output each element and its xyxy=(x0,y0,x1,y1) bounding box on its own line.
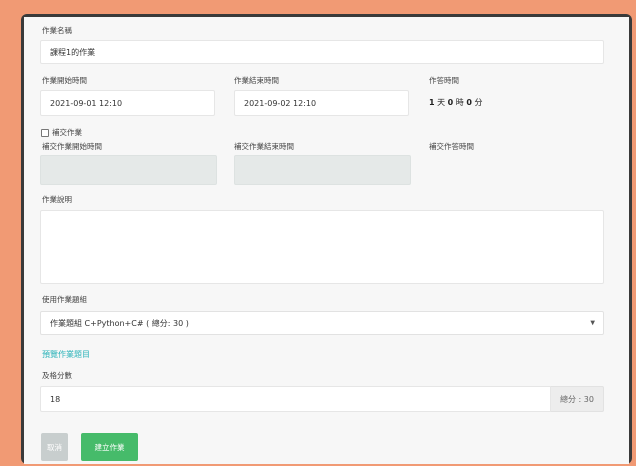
start-time-input[interactable]: 2021-09-01 12:10 xyxy=(40,90,215,116)
duration-days-unit: 天 xyxy=(437,98,446,107)
duration-minutes: 0 xyxy=(466,98,472,107)
late-duration-label: 補交作答時間 xyxy=(429,142,474,151)
question-group-label: 使用作業題組 xyxy=(42,295,87,304)
total-score-addon: 總分 : 30 xyxy=(551,386,604,412)
preview-questions-link[interactable]: 預覽作業題目 xyxy=(42,349,90,360)
duration-days: 1 xyxy=(429,98,435,107)
late-submission-toggle[interactable]: 補交作業 xyxy=(41,127,82,138)
pass-score-input[interactable]: 18 xyxy=(40,386,551,412)
create-assignment-button[interactable]: 建立作業 xyxy=(81,433,138,461)
question-group-select[interactable]: 作業題組 C+Python+C# ( 總分: 30 ) ▼ xyxy=(40,311,604,335)
late-submission-checkbox-label: 補交作業 xyxy=(52,128,82,137)
duration-value: 1 天 0 時 0 分 xyxy=(429,97,482,108)
duration-hours-unit: 時 xyxy=(455,98,464,107)
chevron-down-icon: ▼ xyxy=(590,319,595,327)
end-time-label: 作業結束時間 xyxy=(234,76,279,85)
assignment-form: 作業名稱 課程1的作業 作業開始時間 作業結束時間 作答時間 2021-09-0… xyxy=(24,17,629,464)
cancel-button[interactable]: 取消 xyxy=(41,433,68,461)
description-textarea[interactable] xyxy=(40,210,604,284)
start-time-label: 作業開始時間 xyxy=(42,76,87,85)
late-submission-checkbox[interactable] xyxy=(41,128,49,137)
late-end-input xyxy=(234,155,411,185)
app-window: 作業名稱 課程1的作業 作業開始時間 作業結束時間 作答時間 2021-09-0… xyxy=(21,14,632,464)
late-end-label: 補交作業結束時間 xyxy=(234,142,294,151)
late-start-input xyxy=(40,155,217,185)
pass-score-label: 及格分數 xyxy=(42,371,72,380)
duration-minutes-unit: 分 xyxy=(474,98,483,107)
duration-hours: 0 xyxy=(447,98,454,107)
assignment-name-label: 作業名稱 xyxy=(42,26,72,35)
end-time-input[interactable]: 2021-09-02 12:10 xyxy=(234,90,409,116)
description-label: 作業說明 xyxy=(42,195,72,204)
late-start-label: 補交作業開始時間 xyxy=(42,142,102,151)
question-group-selected-value: 作業題組 C+Python+C# ( 總分: 30 ) xyxy=(50,318,189,328)
assignment-name-input[interactable]: 課程1的作業 xyxy=(40,40,604,64)
duration-label: 作答時間 xyxy=(429,76,459,85)
